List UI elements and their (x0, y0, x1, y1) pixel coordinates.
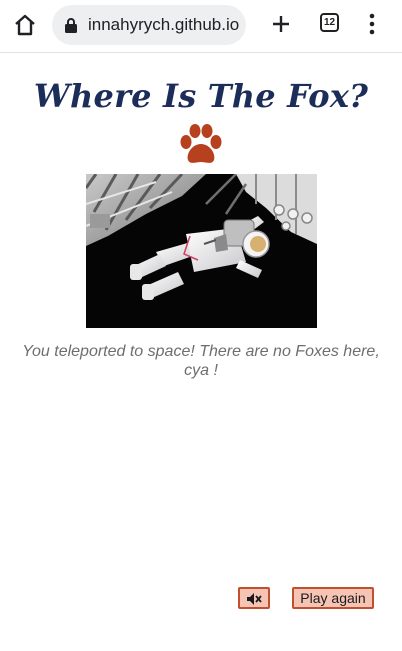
play-again-button[interactable]: Play again (292, 587, 374, 609)
speaker-muted-icon (247, 592, 262, 605)
tab-switcher-button[interactable]: 12 (320, 13, 339, 32)
mute-button[interactable] (238, 587, 270, 609)
page-title: Where Is The Fox? (33, 77, 369, 115)
paw-icon (178, 124, 224, 166)
url-text: innahyrych.github.io (88, 15, 240, 34)
plus-icon[interactable] (270, 13, 292, 35)
lock-icon (64, 17, 78, 33)
browser-toolbar: innahyrych.github.io 12 (0, 0, 402, 53)
status-message: You teleported to space! There are no Fo… (22, 343, 380, 379)
address-bar[interactable]: innahyrych.github.io (52, 5, 246, 45)
home-icon[interactable] (12, 12, 38, 38)
kebab-menu-icon[interactable] (364, 13, 380, 35)
astronaut-image (86, 174, 317, 328)
